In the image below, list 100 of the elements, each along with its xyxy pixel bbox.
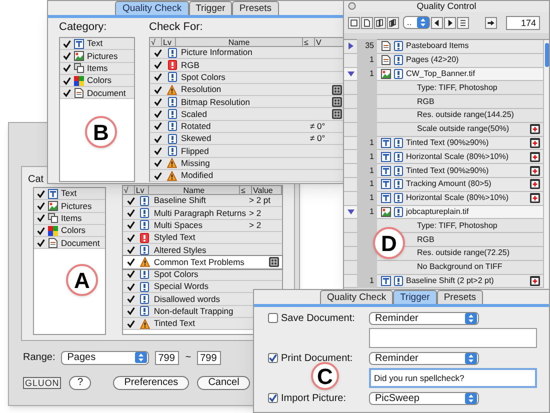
- category-item[interactable]: Colors: [60, 74, 134, 88]
- check-row[interactable]: Common Text Problems: [122, 256, 282, 269]
- count-field[interactable]: 174: [506, 16, 540, 30]
- check-row[interactable]: Missing: [150, 158, 345, 170]
- category-item[interactable]: Items: [34, 212, 105, 225]
- list-icon[interactable]: [457, 16, 469, 28]
- stepper-arrows-icon: [417, 17, 429, 28]
- result-row[interactable]: 1 CW_Top_Banner.tif: [344, 68, 543, 82]
- tab[interactable]: Trigger: [393, 290, 437, 304]
- result-row[interactable]: 1 Tracking Amount (80>5): [344, 178, 543, 192]
- document-icon: [48, 238, 58, 248]
- layered-pages-icon[interactable]: [387, 16, 399, 28]
- stepper-arrows-icon: [465, 352, 477, 364]
- check-row[interactable]: Special Words: [122, 281, 282, 294]
- category-item[interactable]: Pictures: [34, 200, 105, 213]
- disclosure-triangle-icon[interactable]: [346, 208, 354, 216]
- result-row[interactable]: 1 Baseline Shift (2 pt>2 pt): [344, 274, 543, 288]
- checkbox[interactable]: [268, 393, 278, 403]
- detail-text: Type: TIFF, Photoshop: [417, 222, 498, 230]
- trigger-label: Save Document:: [281, 312, 355, 326]
- check-row[interactable]: Rotated ≠ 0°: [150, 120, 345, 134]
- action-select[interactable]: Reminder: [369, 352, 479, 364]
- next-icon[interactable]: [444, 16, 456, 28]
- tab[interactable]: Presets: [436, 290, 484, 304]
- disclosure-triangle-icon[interactable]: [346, 42, 354, 50]
- flag-marker-icon[interactable]: [530, 152, 540, 162]
- message-field[interactable]: [369, 328, 537, 348]
- result-row[interactable]: 1 Tinted Text (90%≥90%): [344, 164, 543, 178]
- result-row[interactable]: 1 jobcaptureplain.tif: [344, 206, 543, 220]
- result-row[interactable]: 1 Pages (42>20): [344, 54, 543, 68]
- check-row[interactable]: Multi Spaces > 2: [122, 220, 282, 232]
- category-item[interactable]: Text: [34, 188, 105, 200]
- scrollbar[interactable]: [543, 40, 549, 288]
- check-row[interactable]: Altered Styles: [122, 244, 282, 256]
- result-name: Pages (42>20): [406, 56, 460, 64]
- check-row[interactable]: Modified: [150, 170, 345, 182]
- tab[interactable]: Presets: [232, 1, 279, 15]
- check-row[interactable]: RGB: [150, 59, 345, 72]
- dialog-button[interactable]: Preferences: [113, 376, 190, 390]
- grid-options-icon[interactable]: [269, 257, 279, 268]
- check-row[interactable]: Picture Information: [150, 47, 345, 60]
- text-frame-icon: [381, 166, 391, 176]
- check-row[interactable]: Spot Colors: [150, 72, 345, 84]
- result-row[interactable]: 1 Horizontal Scale (80%>10%): [344, 192, 543, 206]
- result-row[interactable]: 1 Horizontal Scale (80%>10%): [344, 150, 543, 164]
- flag-marker-icon[interactable]: [530, 179, 540, 190]
- check-row[interactable]: Flipped: [150, 145, 345, 158]
- error-icon: [168, 60, 176, 70]
- result-row[interactable]: 35 Pasteboard Items: [344, 40, 543, 54]
- tab[interactable]: Quality Check: [320, 290, 394, 304]
- category-item[interactable]: Pictures: [60, 50, 134, 63]
- checkbox[interactable]: [268, 313, 278, 323]
- action-select[interactable]: Reminder: [369, 312, 479, 324]
- check-row[interactable]: Bitmap Resolution: [150, 96, 345, 108]
- flag-marker-icon[interactable]: [530, 166, 540, 176]
- check-row[interactable]: Scaled: [150, 108, 345, 121]
- grid-options-icon[interactable]: [332, 84, 342, 95]
- tab[interactable]: Quality Check: [115, 1, 189, 15]
- category-item[interactable]: Text: [60, 38, 134, 50]
- help-button[interactable]: ?: [69, 376, 92, 390]
- disclosure-triangle-icon[interactable]: [346, 70, 354, 78]
- flag-marker-icon[interactable]: [530, 193, 540, 204]
- result-row[interactable]: 1 Tinted Text (90%≥90%): [344, 136, 543, 150]
- warning-icon: [140, 257, 150, 268]
- grid-options-icon[interactable]: [332, 96, 342, 107]
- check-row[interactable]: Skewed ≠ 0°: [150, 133, 345, 146]
- range-to-field[interactable]: 799: [197, 350, 222, 364]
- range-select[interactable]: Pages: [61, 350, 150, 364]
- checkbox[interactable]: [268, 353, 278, 363]
- info-icon: [168, 134, 176, 144]
- page-select[interactable]: ..: [403, 16, 430, 29]
- info-icon: [394, 166, 403, 176]
- tab[interactable]: Trigger: [188, 1, 232, 15]
- category-item[interactable]: Document: [34, 237, 105, 250]
- flag-marker-icon[interactable]: [530, 138, 540, 148]
- check-row[interactable]: Baseline Shift > 2 pt: [122, 195, 282, 208]
- range-from-field[interactable]: 799: [155, 350, 180, 364]
- check-row[interactable]: Resolution: [150, 84, 345, 96]
- action-select[interactable]: PicSweep: [369, 392, 479, 404]
- category-item[interactable]: Document: [60, 87, 134, 100]
- callout-label: D: [373, 227, 405, 259]
- pages-icon[interactable]: [374, 16, 386, 28]
- check-row[interactable]: Multi Paragraph Returns > 2: [122, 207, 282, 220]
- message-field[interactable]: Did you run spellcheck?: [369, 368, 537, 388]
- flag-marker-icon[interactable]: [530, 276, 540, 286]
- warning-icon: [140, 318, 150, 329]
- frame-icon[interactable]: [348, 16, 360, 28]
- page-icon[interactable]: [361, 16, 373, 28]
- flag-marker-icon[interactable]: [530, 124, 540, 134]
- color-grid-icon: [48, 226, 58, 236]
- window-title: Quality Control: [416, 2, 476, 11]
- previous-icon[interactable]: [431, 16, 443, 28]
- category-item[interactable]: Colors: [34, 224, 105, 238]
- arrow-right-icon[interactable]: [485, 16, 497, 28]
- info-icon: [168, 72, 176, 82]
- category-item[interactable]: Items: [60, 62, 134, 75]
- close-icon[interactable]: [348, 2, 356, 10]
- dialog-button[interactable]: Cancel: [197, 376, 250, 390]
- grid-options-icon[interactable]: [332, 109, 342, 120]
- check-row[interactable]: Styled Text: [122, 232, 282, 244]
